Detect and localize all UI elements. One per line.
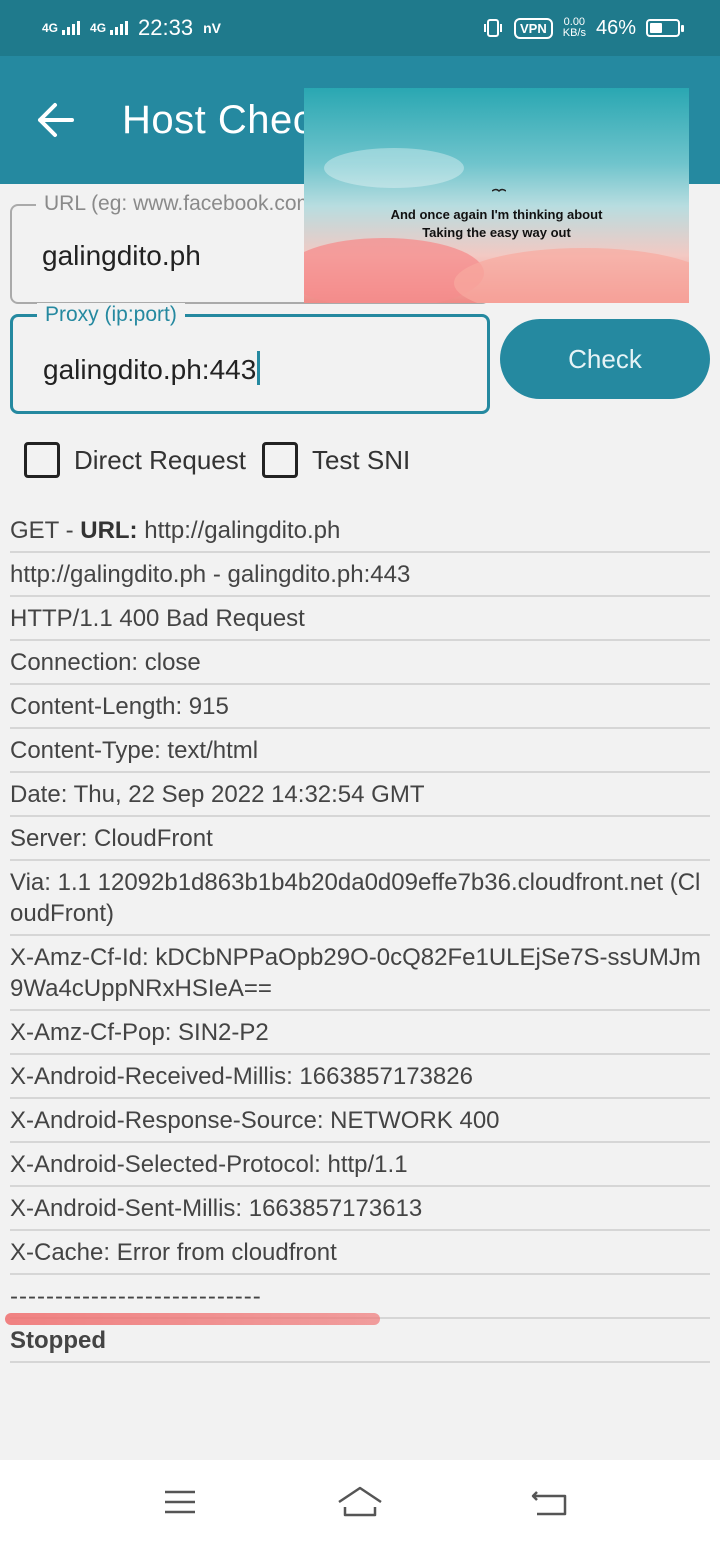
url-label: URL (eg: www.facebook.com) <box>36 192 329 216</box>
menu-icon[interactable] <box>155 1480 205 1524</box>
request-url-value: http://galingdito.ph <box>137 517 341 544</box>
bird-icon <box>492 188 506 193</box>
proxy-field[interactable]: Proxy (ip:port) galingdito.ph:443 <box>10 303 490 414</box>
cloud-shape <box>324 148 464 188</box>
log-row: X-Android-Received-Millis: 1663857173826 <box>10 1055 710 1099</box>
back-nav-icon[interactable] <box>525 1480 575 1524</box>
log-row: X-Android-Response-Source: NETWORK 400 <box>10 1099 710 1143</box>
signal-bars-icon <box>110 21 129 35</box>
check-button[interactable]: Check <box>500 319 710 399</box>
log-row: X-Android-Selected-Protocol: http/1.1 <box>10 1143 710 1187</box>
log-row-request: GET - URL: http://galingdito.ph <box>10 509 710 553</box>
test-sni-checkbox[interactable] <box>261 442 298 478</box>
speed-unit: KB/s <box>562 27 586 39</box>
request-url-key: URL: <box>80 517 138 544</box>
status-right: VPN 0.00 KB/s 46% <box>482 16 684 40</box>
system-nav-bar <box>0 1460 720 1544</box>
clock: 22:33 <box>138 15 194 40</box>
proxy-input[interactable]: galingdito.ph:443 <box>43 354 256 385</box>
direct-request-checkbox[interactable] <box>24 442 60 478</box>
status-left: 4G 4G 22:33 nV <box>42 15 221 41</box>
log-row: X-Amz-Cf-Id: kDCbNPPaOpb29O-0cQ82Fe1ULEj… <box>10 936 710 1011</box>
log-row: HTTP/1.1 400 Bad Request <box>10 597 710 641</box>
arrow-left-icon <box>38 103 74 137</box>
signal-2: 4G <box>90 21 129 35</box>
cloud-shape <box>304 238 484 303</box>
carrier-mark: nV <box>203 20 221 36</box>
vpn-badge: VPN <box>514 17 553 39</box>
vibrate-icon <box>484 19 502 37</box>
log-status: Stopped <box>10 1319 710 1363</box>
battery-icon <box>646 19 684 37</box>
direct-request-label[interactable]: Direct Request <box>74 445 246 476</box>
proxy-label: Proxy (ip:port) <box>37 303 185 327</box>
annotation-highlight <box>5 1313 380 1325</box>
battery-percent: 46% <box>595 16 636 39</box>
battery-fill <box>650 23 662 33</box>
back-button[interactable] <box>28 92 84 148</box>
status-bar: 4G 4G 22:33 nV VPN 0.00 KB/s 46% <box>0 0 720 56</box>
proxy-input-wrap[interactable]: galingdito.ph:443 <box>43 351 261 386</box>
home-icon[interactable] <box>335 1480 385 1524</box>
response-log: GET - URL: http://galingdito.ph http://g… <box>10 509 710 1363</box>
signal-1-label: 4G <box>42 21 59 35</box>
lyrics-text: And once again I'm thinking about Taking… <box>304 206 689 242</box>
lyrics-line-2: Taking the easy way out <box>422 225 571 240</box>
log-row: X-Cache: Error from cloudfront <box>10 1231 710 1275</box>
signal-bars-icon <box>62 21 81 35</box>
request-method: GET - <box>10 517 81 544</box>
floating-video-overlay[interactable]: And once again I'm thinking about Taking… <box>304 88 689 303</box>
log-row: Content-Type: text/html <box>10 729 710 773</box>
log-row: X-Amz-Cf-Pop: SIN2-P2 <box>10 1011 710 1055</box>
signal-2-label: 4G <box>90 21 107 35</box>
log-row: Connection: close <box>10 641 710 685</box>
cloud-shape <box>454 248 689 303</box>
network-speed: 0.00 KB/s <box>563 17 586 39</box>
test-sni-label[interactable]: Test SNI <box>312 445 410 476</box>
log-row: Via: 1.1 12092b1d863b1b4b20da0d09effe7b3… <box>10 861 710 936</box>
log-row: Date: Thu, 22 Sep 2022 14:32:54 GMT <box>10 773 710 817</box>
log-row: X-Android-Sent-Millis: 1663857173613 <box>10 1187 710 1231</box>
log-row: Server: CloudFront <box>10 817 710 861</box>
url-input[interactable]: galingdito.ph <box>42 240 201 272</box>
text-caret <box>257 351 261 385</box>
log-rows: http://galingdito.ph - galingdito.ph:443… <box>10 553 710 1275</box>
options-row: Direct Request Test SNI <box>24 442 410 478</box>
log-row: Content-Length: 915 <box>10 685 710 729</box>
lyrics-line-1: And once again I'm thinking about <box>390 207 603 222</box>
log-row: http://galingdito.ph - galingdito.ph:443 <box>10 553 710 597</box>
signal-1: 4G <box>42 21 81 35</box>
